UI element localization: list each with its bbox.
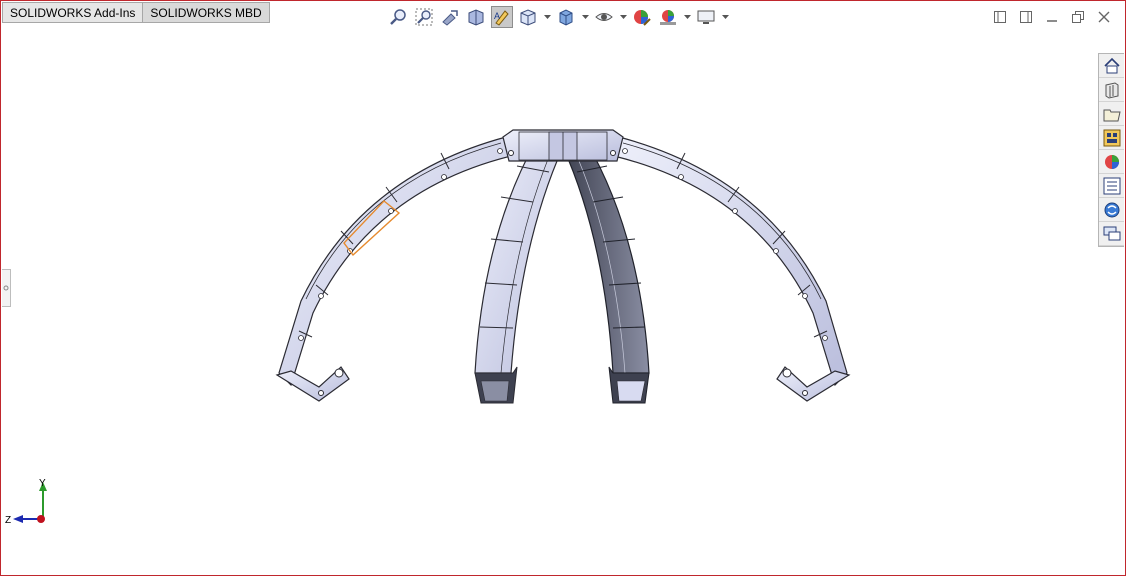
- view-orientation-dropdown[interactable]: [543, 6, 551, 28]
- central-hub[interactable]: [502, 129, 624, 162]
- left-inner-leg[interactable]: [474, 140, 564, 404]
- z-axis-label: Z: [5, 515, 11, 526]
- task-pane-tabs: [1098, 53, 1124, 247]
- tab-solidworks-add-ins[interactable]: SOLIDWORKS Add-Ins: [2, 2, 144, 23]
- solidworks-forum-icon[interactable]: [1099, 198, 1124, 222]
- view-palette-icon[interactable]: [1099, 126, 1124, 150]
- y-axis-label: Y: [39, 478, 46, 489]
- feature-manager-collapse-handle[interactable]: [2, 269, 11, 307]
- display-style-icon[interactable]: [555, 6, 577, 28]
- view-settings-dropdown[interactable]: [721, 6, 729, 28]
- right-inner-leg[interactable]: [562, 140, 650, 404]
- section-view-icon[interactable]: [465, 6, 487, 28]
- x-axis-origin: [37, 515, 45, 523]
- tab-solidworks-mbd[interactable]: SOLIDWORKS MBD: [142, 2, 270, 23]
- minimize-icon[interactable]: [1039, 8, 1065, 26]
- hide-show-items-dropdown[interactable]: [619, 6, 627, 28]
- previous-view-icon[interactable]: [439, 6, 461, 28]
- right-outer-leg[interactable]: [613, 136, 851, 402]
- zoom-to-area-icon[interactable]: [413, 6, 435, 28]
- restore-icon[interactable]: [1065, 8, 1091, 26]
- view-settings-icon[interactable]: [695, 6, 717, 28]
- solidworks-resources-icon[interactable]: [1099, 54, 1124, 78]
- heads-up-view-toolbar: A: [387, 5, 733, 29]
- window-controls: [987, 8, 1117, 26]
- design-library-icon[interactable]: [1099, 78, 1124, 102]
- dynamic-annotation-views-icon[interactable]: A: [491, 6, 513, 28]
- zoom-to-fit-icon[interactable]: [387, 6, 409, 28]
- close-icon[interactable]: [1091, 8, 1117, 26]
- edit-appearance-icon[interactable]: [631, 6, 653, 28]
- file-explorer-icon[interactable]: [1099, 102, 1124, 126]
- appearances-scenes-decals-icon[interactable]: [1099, 150, 1124, 174]
- apply-scene-dropdown[interactable]: [683, 6, 691, 28]
- model-viewport[interactable]: [1, 1, 1125, 575]
- hide-show-items-icon[interactable]: [593, 6, 615, 28]
- svg-text:A: A: [494, 11, 500, 21]
- tile-left-icon[interactable]: [987, 8, 1013, 26]
- command-manager-tabs: SOLIDWORKS Add-Ins SOLIDWORKS MBD: [2, 2, 270, 23]
- tile-right-icon[interactable]: [1013, 8, 1039, 26]
- reference-triad: Y Z: [5, 478, 47, 526]
- graphics-area-frame: SOLIDWORKS Add-Ins SOLIDWORKS MBD A Y Z: [0, 0, 1126, 576]
- apply-scene-icon[interactable]: [657, 6, 679, 28]
- view-orientation-icon[interactable]: [517, 6, 539, 28]
- z-axis-arrow: [13, 515, 23, 523]
- 3dexperience-icon[interactable]: [1099, 222, 1124, 246]
- custom-properties-icon[interactable]: [1099, 174, 1124, 198]
- display-style-dropdown[interactable]: [581, 6, 589, 28]
